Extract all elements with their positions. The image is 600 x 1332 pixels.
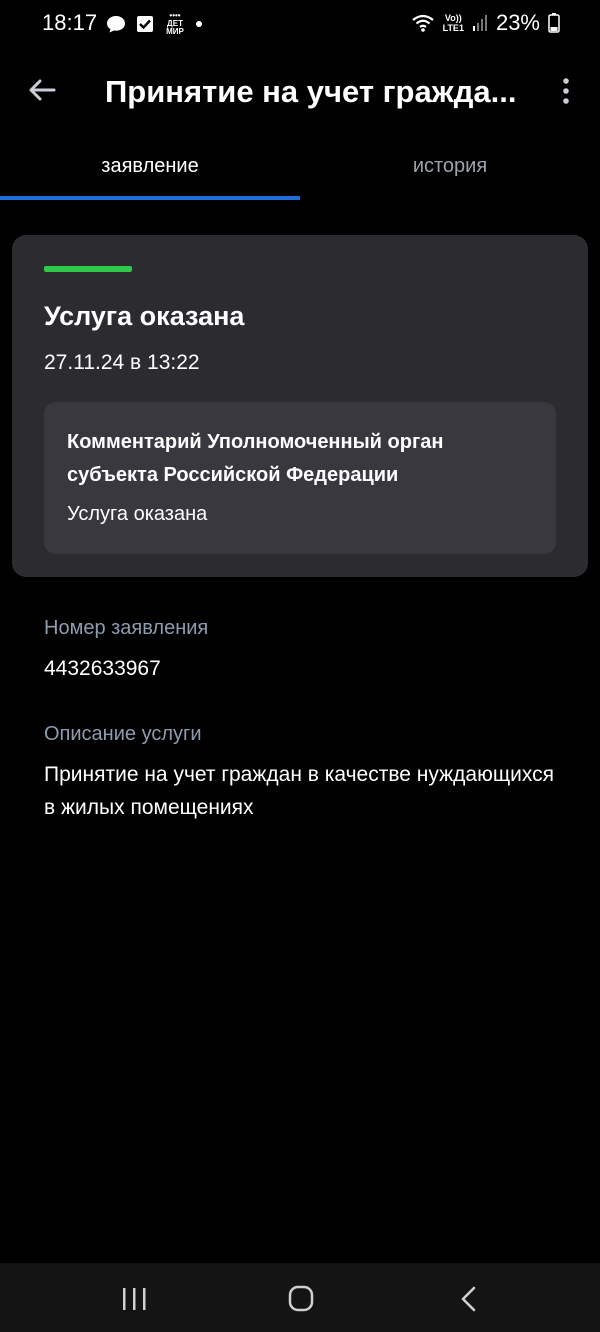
status-bar: 18:17 •••• ДЕТ МИР Vo)) LTE1 23% [0, 0, 600, 52]
more-options-icon[interactable] [556, 76, 576, 106]
back-nav-icon[interactable] [448, 1285, 488, 1313]
system-indicators: Vo)) LTE1 23% [411, 10, 560, 36]
service-description-value: Принятие на учет граждан в качестве нужд… [44, 763, 554, 819]
tab-bar: заявление история [0, 140, 600, 202]
status-card: Услуга оказана 27.11.24 в 13:22 Коммента… [12, 235, 588, 577]
status-title: Услуга оказана [44, 301, 245, 331]
signal-icon [472, 15, 487, 31]
back-arrow-icon[interactable] [24, 72, 60, 108]
recent-apps-icon[interactable] [114, 1285, 154, 1313]
system-nav-bar [0, 1263, 600, 1332]
notification-icons: •••• ДЕТ МИР [106, 12, 202, 36]
wifi-icon [411, 14, 434, 32]
active-tab-indicator [0, 196, 300, 200]
message-icon [107, 16, 125, 33]
application-number-value: 4432633967 [44, 657, 161, 680]
battery-percent: 23% [495, 10, 540, 35]
application-number-label: Номер заявления [44, 617, 209, 639]
page-title: Принятие на учет гражда... [105, 74, 517, 109]
app-bar: Принятие на учет гражда... [0, 52, 600, 132]
detmir-icon: •••• ДЕТ МИР [166, 11, 184, 36]
home-icon[interactable] [281, 1285, 321, 1313]
status-date: 27.11.24 в 13:22 [44, 351, 200, 374]
tab-application[interactable]: заявление [0, 140, 300, 198]
status-time: 18:17 [42, 10, 98, 35]
service-description-label: Описание услуги [44, 723, 202, 745]
checkbox-icon [137, 16, 153, 32]
comment-title: Комментарий Уполномоченный орган субъект… [67, 431, 444, 486]
lte-indicator: Vo)) LTE1 [442, 13, 464, 33]
tab-history[interactable]: история [300, 140, 600, 198]
more-notifications-dot [196, 21, 202, 27]
battery-icon [548, 13, 560, 33]
comment-box: Комментарий Уполномоченный орган субъект… [44, 402, 556, 554]
status-indicator [44, 266, 132, 272]
comment-text: Услуга оказана [67, 503, 208, 525]
